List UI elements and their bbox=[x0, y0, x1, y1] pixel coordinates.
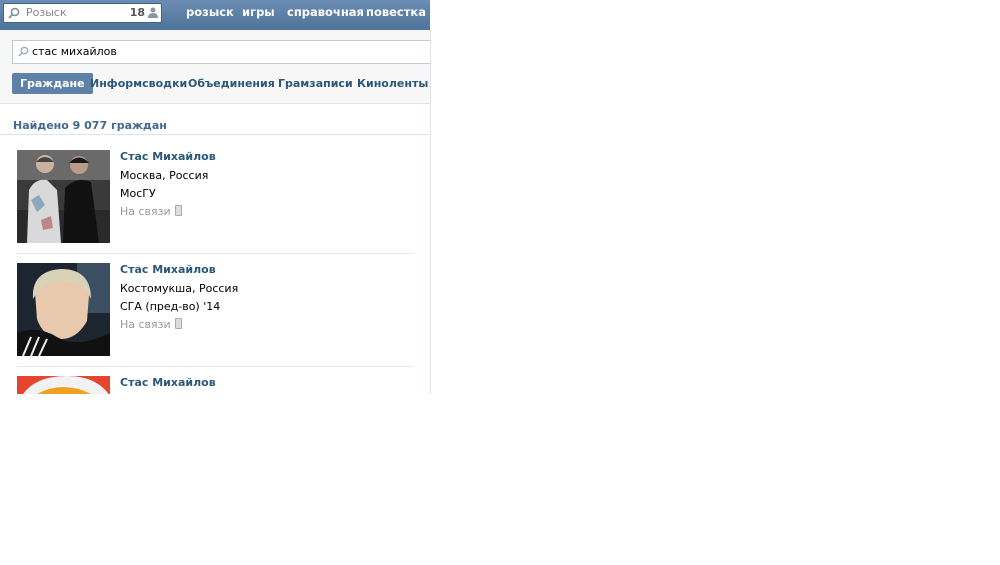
tab-associations[interactable]: Объединения bbox=[180, 73, 283, 94]
person-name-link[interactable]: Стас Михайлов bbox=[120, 376, 216, 389]
list-item: Стас Михайлов bbox=[0, 376, 430, 394]
nav-item-wanted[interactable]: розыск bbox=[186, 5, 234, 19]
tab-citizens[interactable]: Граждане bbox=[12, 73, 93, 94]
tab-films[interactable]: Киноленты bbox=[349, 73, 430, 94]
person-online-status: На связи bbox=[120, 205, 182, 218]
mobile-phone-icon bbox=[174, 318, 182, 329]
search-results-panel: стас михайлов Граждане Информсводки Объе… bbox=[0, 30, 431, 394]
header-search-count: 18 bbox=[129, 6, 145, 19]
results-count: Найдено 9 077 граждан bbox=[13, 119, 167, 132]
list-item: Стас Михайлов Костомукша, Россия СГА (пр… bbox=[0, 263, 430, 376]
divider bbox=[0, 134, 430, 135]
tab-records[interactable]: Грамзаписи bbox=[270, 73, 361, 94]
avatar[interactable] bbox=[17, 263, 110, 356]
tab-reports[interactable]: Информсводки bbox=[82, 73, 195, 94]
person-icon bbox=[148, 7, 158, 21]
search-area: стас михайлов Граждане Информсводки Объе… bbox=[0, 30, 430, 103]
search-icon bbox=[8, 7, 20, 22]
list-item: Стас Михайлов Москва, Россия МосГУ На св… bbox=[0, 150, 430, 263]
person-name-link[interactable]: Стас Михайлов bbox=[120, 263, 216, 276]
search-input-value: стас михайлов bbox=[32, 45, 117, 58]
nav-item-games[interactable]: игры bbox=[242, 5, 275, 19]
person-university: МосГУ bbox=[120, 187, 156, 200]
header-search-placeholder: Розыск bbox=[26, 6, 67, 19]
person-city: Костомукша, Россия bbox=[120, 282, 239, 295]
avatar[interactable] bbox=[17, 376, 110, 394]
header-search-box[interactable]: Розыск 18 bbox=[3, 3, 162, 23]
person-name-link[interactable]: Стас Михайлов bbox=[120, 150, 216, 163]
divider bbox=[17, 366, 414, 367]
person-online-status: На связи bbox=[120, 318, 182, 331]
nav-item-summons[interactable]: повестка bbox=[366, 5, 426, 19]
person-city: Москва, Россия bbox=[120, 169, 209, 182]
mobile-phone-icon bbox=[174, 205, 182, 216]
divider bbox=[17, 253, 414, 254]
avatar[interactable] bbox=[17, 150, 110, 243]
top-header: Розыск 18 розыск игры справочная повестк… bbox=[0, 0, 430, 30]
search-icon bbox=[18, 46, 29, 60]
nav-item-directory[interactable]: справочная bbox=[287, 5, 364, 19]
person-university: СГА (пред-во) '14 bbox=[120, 300, 221, 313]
divider bbox=[0, 103, 430, 104]
search-input[interactable]: стас михайлов bbox=[12, 40, 430, 64]
